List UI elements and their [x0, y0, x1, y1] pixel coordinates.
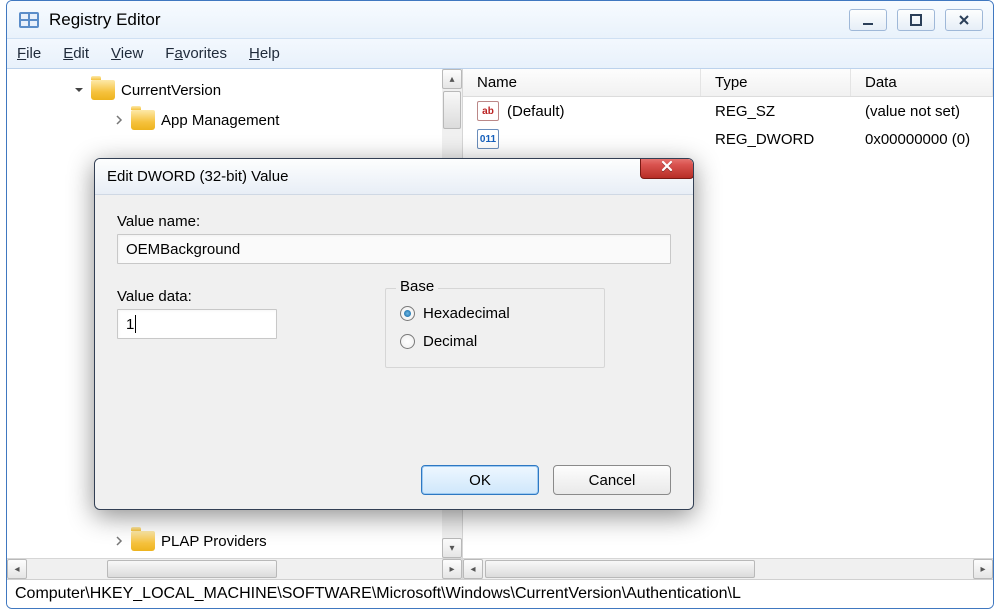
radio-decimal[interactable]: Decimal	[400, 327, 590, 355]
radio-label: Hexadecimal	[423, 305, 510, 322]
close-button[interactable]	[945, 9, 983, 31]
window-controls	[849, 9, 983, 31]
column-header-type[interactable]: Type	[701, 69, 851, 96]
column-header-data[interactable]: Data	[851, 69, 993, 96]
tree-node-label: App Management	[161, 112, 279, 129]
base-groupbox: Base Hexadecimal Decimal	[385, 288, 605, 368]
value-name-cell: (Default)	[507, 103, 565, 120]
scroll-thumb[interactable]	[107, 560, 277, 578]
folder-icon	[131, 531, 155, 551]
window-title: Registry Editor	[49, 10, 849, 30]
string-value-icon: ab	[477, 101, 499, 121]
scroll-thumb[interactable]	[443, 91, 461, 129]
menu-view[interactable]: View	[111, 45, 143, 62]
tree-node-plapproviders[interactable]: PLAP Providers	[13, 526, 267, 556]
value-name-label: Value name:	[117, 213, 671, 230]
listview-header: Name Type Data	[463, 69, 993, 97]
value-data-text: 1	[126, 316, 134, 333]
titlebar: Registry Editor	[7, 1, 993, 39]
value-name-field[interactable]: OEMBackground	[117, 234, 671, 264]
menu-favorites[interactable]: Favorites	[165, 45, 227, 62]
statusbar-path: Computer\HKEY_LOCAL_MACHINE\SOFTWARE\Mic…	[15, 585, 741, 603]
radio-icon	[400, 334, 415, 349]
value-type-cell: REG_SZ	[701, 97, 851, 125]
scroll-track[interactable]	[27, 559, 442, 579]
column-header-name[interactable]: Name	[463, 69, 701, 96]
dialog-button-row: OK Cancel	[117, 447, 671, 495]
maximize-button[interactable]	[897, 9, 935, 31]
value-data-cell: 0x00000000 (0)	[851, 125, 993, 153]
value-data-label: Value data:	[117, 288, 373, 305]
scroll-left-button[interactable]: ◂	[463, 559, 483, 579]
value-row[interactable]: 011 REG_DWORD 0x00000000 (0)	[463, 125, 993, 153]
value-type-cell: REG_DWORD	[701, 125, 851, 153]
scroll-right-button[interactable]: ▸	[442, 559, 462, 579]
scroll-track[interactable]	[483, 559, 973, 579]
dialog-close-button[interactable]	[640, 158, 694, 179]
scroll-right-button[interactable]: ▸	[973, 559, 993, 579]
ok-button[interactable]: OK	[421, 465, 539, 495]
scroll-left-button[interactable]: ◂	[7, 559, 27, 579]
tree-node-appmanagement[interactable]: App Management	[13, 105, 438, 135]
radio-icon	[400, 306, 415, 321]
tree-node-label: PLAP Providers	[161, 533, 267, 550]
value-row[interactable]: ab (Default) REG_SZ (value not set)	[463, 97, 993, 125]
tree-node-label: CurrentVersion	[121, 82, 221, 99]
values-hscrollbar[interactable]: ◂ ▸	[463, 559, 993, 579]
menu-edit[interactable]: Edit	[63, 45, 89, 62]
expand-icon[interactable]	[113, 114, 125, 126]
edit-dword-dialog: Edit DWORD (32-bit) Value Value name: OE…	[94, 158, 694, 510]
value-data-cell: (value not set)	[851, 97, 993, 125]
base-legend: Base	[396, 278, 438, 295]
dialog-title: Edit DWORD (32-bit) Value	[107, 168, 288, 185]
value-name-text: OEMBackground	[126, 241, 240, 258]
scroll-thumb[interactable]	[485, 560, 755, 578]
expand-icon[interactable]	[113, 535, 125, 547]
regedit-icon	[17, 8, 41, 32]
statusbar: Computer\HKEY_LOCAL_MACHINE\SOFTWARE\Mic…	[7, 580, 993, 608]
folder-icon	[91, 80, 115, 100]
tree-hscrollbar[interactable]: ◂ ▸	[7, 559, 462, 579]
collapse-icon[interactable]	[73, 84, 85, 96]
cancel-button[interactable]: Cancel	[553, 465, 671, 495]
dword-value-icon: 011	[477, 129, 499, 149]
folder-icon	[131, 110, 155, 130]
radio-label: Decimal	[423, 333, 477, 350]
dialog-body: Value name: OEMBackground Value data: 1 …	[95, 195, 693, 509]
scroll-up-button[interactable]: ▴	[442, 69, 462, 89]
radio-hexadecimal[interactable]: Hexadecimal	[400, 299, 590, 327]
menu-help[interactable]: Help	[249, 45, 280, 62]
menubar: File Edit View Favorites Help	[7, 39, 993, 69]
value-data-field[interactable]: 1	[117, 309, 277, 339]
menu-file[interactable]: File	[17, 45, 41, 62]
scroll-down-button[interactable]: ▾	[442, 538, 462, 558]
minimize-button[interactable]	[849, 9, 887, 31]
text-caret	[135, 315, 136, 333]
dialog-titlebar[interactable]: Edit DWORD (32-bit) Value	[95, 159, 693, 195]
tree-node-currentversion[interactable]: CurrentVersion	[13, 75, 438, 105]
